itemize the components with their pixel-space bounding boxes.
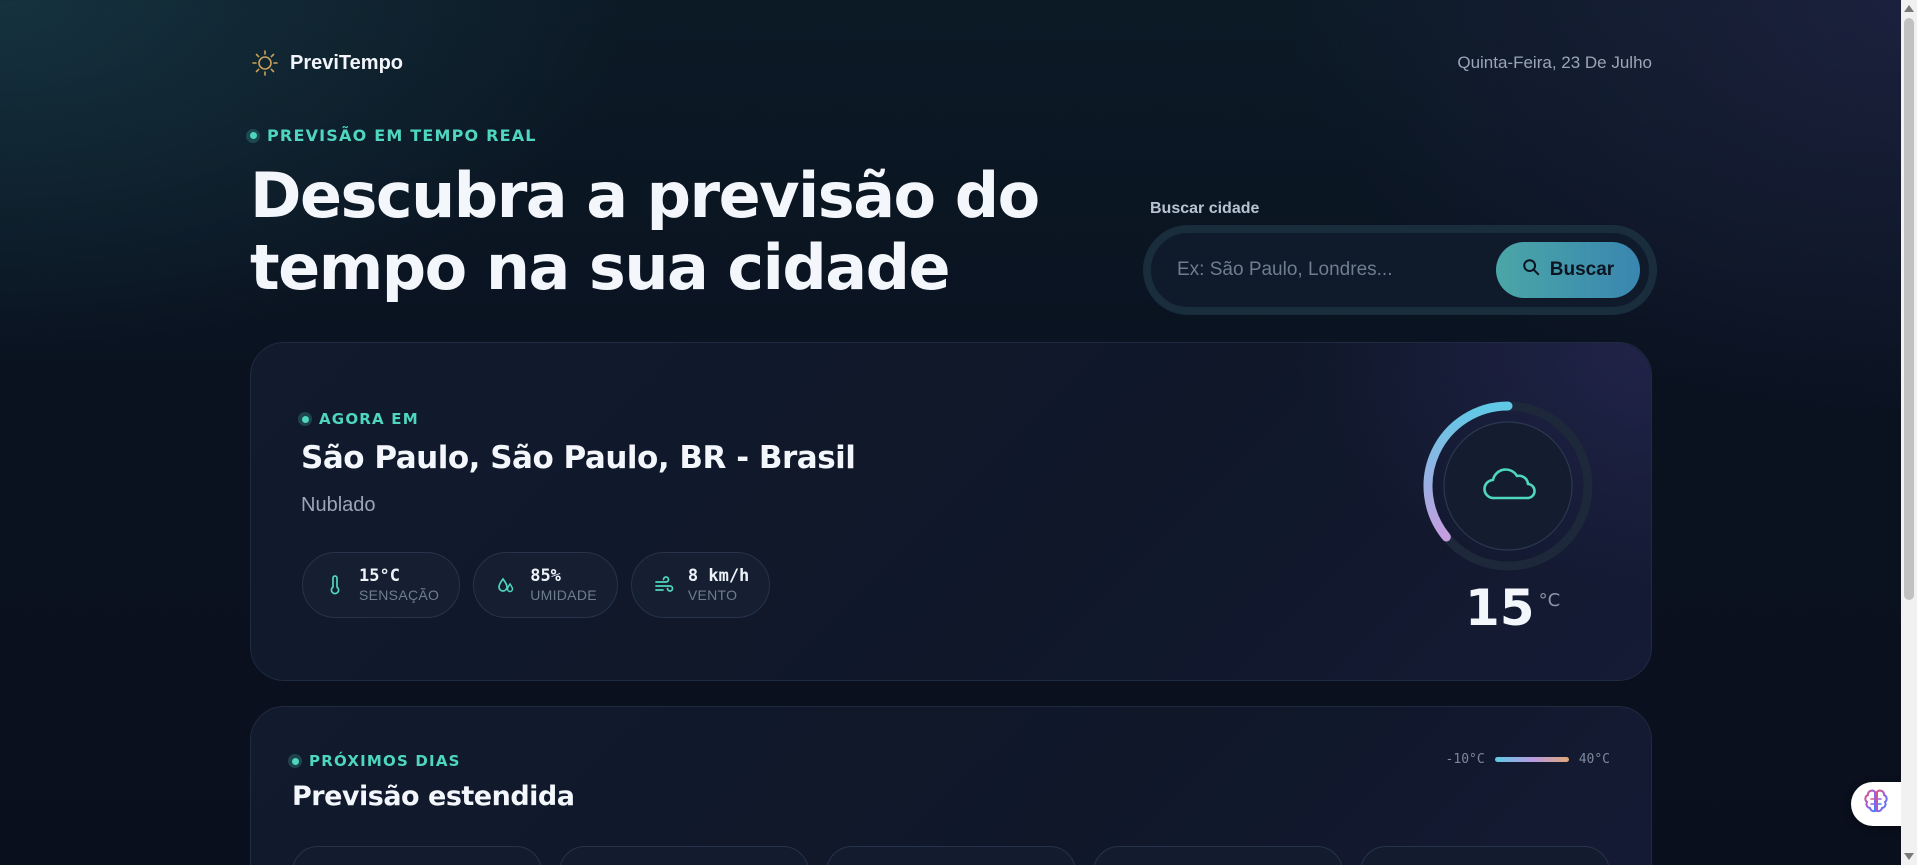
hero-title: Descubra a previsão do tempo na sua cida… xyxy=(250,160,1150,304)
stat-humidity: 85% UMIDADE xyxy=(473,552,618,618)
search-input[interactable] xyxy=(1177,250,1477,290)
forecast-days xyxy=(292,846,1610,865)
cloud-icon xyxy=(1478,462,1538,512)
temperature-gauge xyxy=(1420,398,1596,574)
scroll-down-arrow-icon[interactable] xyxy=(1904,853,1914,860)
top-bar: PreviTempo Quinta-Feira, 23 De Julho xyxy=(250,48,1652,78)
forecast-day-card[interactable] xyxy=(292,846,542,865)
logo-icon xyxy=(250,48,280,78)
assistant-widget-button[interactable] xyxy=(1851,782,1901,826)
search-button[interactable]: Buscar xyxy=(1496,242,1640,298)
stat-value: 8 km/h xyxy=(687,566,750,586)
search-icon xyxy=(1522,258,1540,282)
current-date: Quinta-Feira, 23 De Julho xyxy=(1457,53,1652,72)
stat-wind: 8 km/h VENTO xyxy=(630,552,771,618)
current-eyebrow: AGORA EM xyxy=(298,410,419,428)
current-city: São Paulo, São Paulo, BR - Brasil xyxy=(301,440,856,476)
stat-label: VENTO xyxy=(687,587,738,603)
page: PreviTempo Quinta-Feira, 23 De Julho PRE… xyxy=(246,0,1656,865)
forecast-day-card[interactable] xyxy=(559,846,809,865)
wind-icon xyxy=(654,575,674,595)
range-min: -10°C xyxy=(1445,752,1485,767)
temperature-value: 15 xyxy=(1465,579,1535,637)
stat-feels-like: 15°C SENSAÇÃO xyxy=(302,552,461,618)
stat-label: SENSAÇÃO xyxy=(359,587,440,603)
scroll-up-arrow-icon[interactable] xyxy=(1904,5,1914,12)
droplets-icon xyxy=(496,575,516,595)
stat-label: UMIDADE xyxy=(530,587,597,603)
hero-eyebrow: PREVISÃO EM TEMPO REAL xyxy=(246,126,537,145)
range-bar xyxy=(1494,757,1569,762)
status-dot-icon xyxy=(288,754,302,768)
current-condition: Nublado xyxy=(301,494,376,516)
page-scrollbar[interactable] xyxy=(1901,0,1917,865)
current-eyebrow-label: AGORA EM xyxy=(319,410,419,428)
temperature-range-legend: -10°C 40°C xyxy=(1446,752,1610,767)
hero-title-line1: Descubra a previsão do xyxy=(250,159,1040,232)
forecast-title: Previsão estendida xyxy=(292,781,575,812)
scrollbar-thumb[interactable] xyxy=(1904,18,1914,600)
search-label: Buscar cidade xyxy=(1150,200,1260,217)
current-stats: 15°C SENSAÇÃO 85% UMIDADE 8 km/h VENTO xyxy=(302,552,771,618)
forecast-day-card[interactable] xyxy=(1093,846,1343,865)
forecast-day-card[interactable] xyxy=(1360,846,1610,865)
range-max: 40°C xyxy=(1578,752,1610,767)
thermometer-icon xyxy=(325,575,345,595)
hero-eyebrow-label: PREVISÃO EM TEMPO REAL xyxy=(267,126,537,145)
stat-value: 15°C xyxy=(359,566,400,586)
brand[interactable]: PreviTempo xyxy=(250,48,403,78)
current-temperature: 15 °C xyxy=(1465,578,1560,638)
forecast-eyebrow-label: PRÓXIMOS DIAS xyxy=(309,752,461,770)
temperature-unit: °C xyxy=(1538,590,1561,611)
status-dot-icon xyxy=(298,412,312,426)
brand-name: PreviTempo xyxy=(290,51,403,74)
status-dot-icon xyxy=(246,128,260,143)
forecast-day-card[interactable] xyxy=(826,846,1076,865)
search-box: Buscar xyxy=(1144,226,1656,314)
brain-icon xyxy=(1863,789,1889,819)
stat-value: 85% xyxy=(530,566,561,586)
search-button-label: Buscar xyxy=(1549,259,1615,280)
forecast-eyebrow: PRÓXIMOS DIAS xyxy=(288,752,461,770)
hero-title-line2: tempo na sua cidade xyxy=(250,231,951,304)
